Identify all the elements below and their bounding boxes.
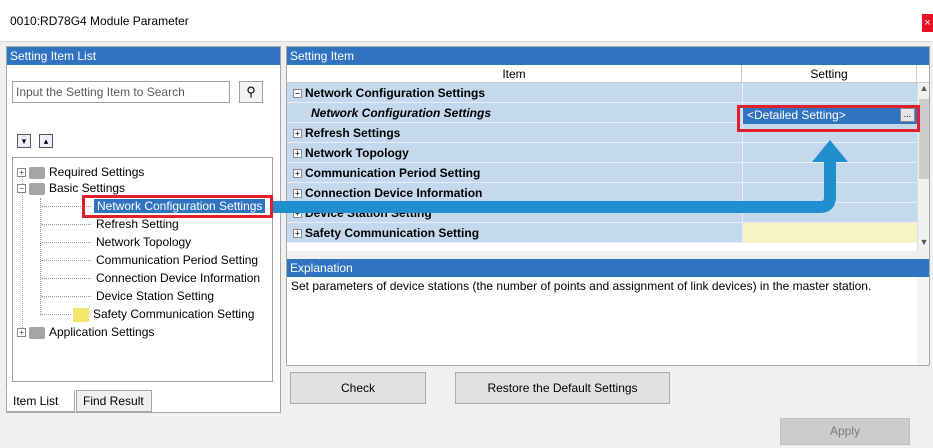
explanation-text: Set parameters of device stations (the n… [291,279,872,293]
title-bar: 0010:RD78G4 Module Parameter × [0,0,933,42]
window-title: 0010:RD78G4 Module Parameter [10,14,189,28]
apply-button[interactable]: Apply [780,418,910,445]
tab-item-list[interactable]: Item List [6,390,75,412]
table-row[interactable]: + Device Station Setting [287,203,917,223]
setting-grid: Item Setting − Network Configuration Sett… [287,65,929,251]
setting-tree: + Required Settings − Basic Settings Netwo… [12,157,273,382]
folder-icon [29,182,45,195]
tree-item-network-topology[interactable]: Network Topology [96,234,191,250]
collapse-icon[interactable]: − [293,89,302,99]
scroll-thumb[interactable] [919,99,929,179]
expand-icon[interactable]: + [293,229,302,239]
check-button[interactable]: Check [290,372,426,404]
setting-item-list-panel: Setting Item List Input the Setting Item… [6,46,281,413]
table-row[interactable]: + Connection Device Information [287,183,917,203]
expand-icon[interactable]: + [17,328,26,338]
explanation-header: Explanation [287,259,929,277]
tree-item-basic-settings[interactable]: − Basic Settings [17,180,125,196]
tree-toolbar: ▾ ▴ [17,133,61,148]
restore-default-button[interactable]: Restore the Default Settings [455,372,670,404]
grid-header: Item Setting [287,65,929,83]
expand-icon[interactable]: + [293,149,302,159]
highlight-box-detail [737,105,920,132]
folder-icon [29,326,45,339]
tree-item-connection-device-information[interactable]: Connection Device Information [96,270,260,286]
tree-item-application-settings[interactable]: + Application Settings [17,324,154,340]
explanation-scrollbar[interactable] [917,277,929,365]
table-row[interactable]: + Communication Period Setting [287,163,917,183]
expand-icon[interactable]: + [293,189,302,199]
collapse-icon[interactable]: − [17,184,26,194]
close-icon[interactable]: × [922,14,933,32]
table-row[interactable]: − Network Configuration Settings [287,83,917,103]
expand-icon[interactable]: + [293,169,302,179]
column-header-setting: Setting [742,65,917,83]
scroll-down-icon[interactable]: ▼ [918,237,930,251]
collapse-all-icon[interactable]: ▴ [39,134,53,148]
search-input[interactable]: Input the Setting Item to Search [12,81,230,103]
tree-item-required-settings[interactable]: + Required Settings [17,164,144,180]
expand-all-icon[interactable]: ▾ [17,134,31,148]
setting-item-list-header: Setting Item List [7,47,280,65]
tree-item-safety-communication-setting[interactable]: Safety Communication Setting [73,306,254,322]
setting-item-header: Setting Item [287,47,929,65]
binoculars-search-icon[interactable]: ⚲ [239,81,263,103]
table-row[interactable]: + Safety Communication Setting [287,223,917,243]
table-row[interactable]: + Network Topology [287,143,917,163]
setting-item-panel: Setting Item Item Setting − Network Confi… [286,46,930,366]
expand-icon[interactable]: + [293,129,302,139]
expand-icon[interactable]: + [293,209,302,219]
tree-item-refresh-setting[interactable]: Refresh Setting [96,216,179,232]
tree-item-communication-period-setting[interactable]: Communication Period Setting [96,252,258,268]
folder-icon [29,166,45,179]
explanation-text-area: Set parameters of device stations (the n… [287,277,929,365]
highlight-box-tree [82,195,273,218]
tab-find-result[interactable]: Find Result [76,390,152,412]
yellow-marker [73,307,89,322]
expand-icon[interactable]: + [17,168,26,178]
scroll-up-icon[interactable]: ▲ [918,83,930,97]
tree-item-device-station-setting[interactable]: Device Station Setting [96,288,214,304]
column-header-item: Item [287,65,742,83]
